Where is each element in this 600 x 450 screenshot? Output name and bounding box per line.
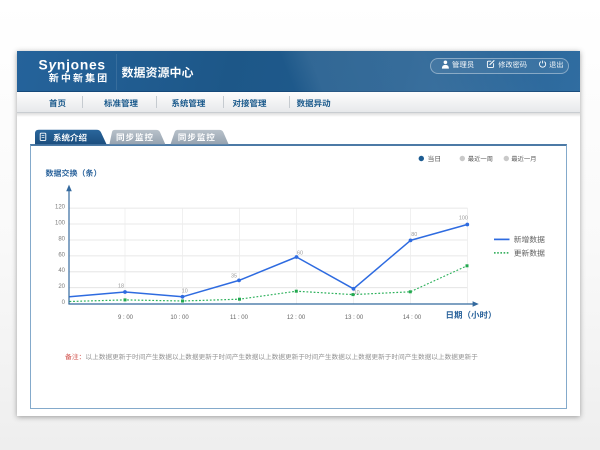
svg-text:14 : 00: 14 : 00 (403, 315, 422, 321)
svg-text:20: 20 (58, 284, 65, 290)
svg-text:18: 18 (118, 284, 124, 290)
svg-text:40: 40 (58, 268, 65, 274)
svg-text:100: 100 (459, 215, 468, 221)
svg-text:11 : 00: 11 : 00 (230, 315, 249, 321)
svg-text:13 : 00: 13 : 00 (345, 315, 364, 321)
svg-text:0: 0 (62, 300, 66, 306)
svg-text:80: 80 (58, 236, 65, 242)
svg-text:9 : 00: 9 : 00 (118, 315, 134, 321)
svg-text:80: 80 (411, 232, 417, 238)
svg-text:35: 35 (231, 273, 237, 279)
svg-text:10: 10 (354, 290, 360, 296)
svg-text:100: 100 (55, 220, 66, 226)
svg-text:12 : 00: 12 : 00 (287, 315, 306, 321)
svg-text:10: 10 (182, 289, 188, 295)
svg-text:120: 120 (55, 204, 66, 210)
svg-text:Synjones: Synjones (39, 57, 106, 72)
svg-text:60: 60 (58, 252, 65, 258)
svg-text:60: 60 (297, 250, 303, 256)
svg-text:10 : 00: 10 : 00 (170, 315, 189, 321)
